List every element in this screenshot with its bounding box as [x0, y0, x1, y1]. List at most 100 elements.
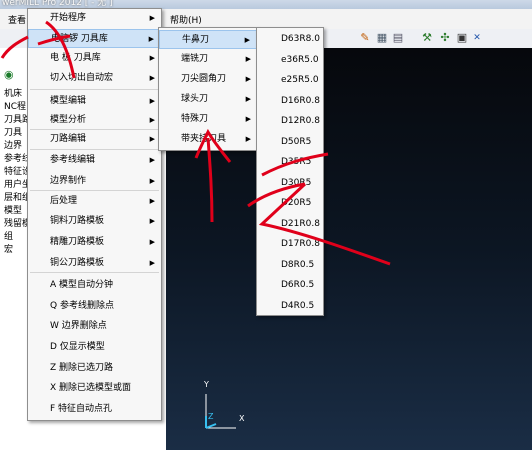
tool-size-item[interactable]: e25R5.0: [257, 71, 323, 90]
menu-item-18[interactable]: X 删除已选模型或面: [28, 379, 161, 398]
menu-item-11[interactable]: 精雕刀路模板 ▶: [28, 233, 161, 252]
tool-size-item[interactable]: D63R8.0: [257, 30, 323, 49]
tool-size-label: D21R0.8: [281, 218, 320, 229]
menu-item-5[interactable]: 模型分析 ▶: [28, 111, 161, 130]
menu-item-label: Z 删除已选刀路: [50, 363, 114, 373]
wrench-icon[interactable]: ✎: [358, 31, 372, 45]
menu-item-4[interactable]: 模型编辑 ▶: [28, 92, 161, 111]
menu-item-label: A 模型自动分钟: [50, 280, 114, 290]
tool-type-item-3[interactable]: 球头刀 ▶: [159, 90, 257, 109]
close-icon[interactable]: ✕: [470, 31, 484, 45]
tool-size-label: e36R5.0: [281, 54, 319, 65]
tree-item[interactable]: NC程: [4, 99, 26, 112]
transform-icon[interactable]: ✣: [438, 31, 452, 45]
menu-item-label: 精雕刀路模板: [50, 237, 105, 247]
menu-item-label: 刀路编辑: [50, 134, 87, 144]
menu-item-6[interactable]: 刀路编辑 ▶: [28, 130, 161, 149]
menu-item-label: 边界制作: [50, 176, 87, 186]
tool-type-item-1[interactable]: 端铣刀 ▶: [159, 50, 257, 69]
menu-item-13[interactable]: A 模型自动分钟: [28, 276, 161, 295]
menu-help[interactable]: 帮助(H): [170, 13, 202, 26]
tool-type-item-5[interactable]: 带夹持刀具 ▶: [159, 130, 257, 149]
tool-size-item[interactable]: D35R5: [257, 153, 323, 172]
menu-item-3[interactable]: 切入切出自动宏 ▶: [28, 69, 161, 88]
chevron-right-icon: ▶: [244, 36, 250, 44]
tree-item[interactable]: 机床: [4, 86, 22, 99]
menu-item-0[interactable]: 开始程序 ▶: [28, 9, 161, 28]
tool-size-label: e25R5.0: [281, 75, 319, 85]
chevron-right-icon: ▶: [245, 135, 251, 143]
tool-size-item[interactable]: D30R5: [257, 174, 323, 193]
tool-size-item[interactable]: D6R0.5: [257, 276, 323, 295]
window-title: werMILL Pro 2012 [ - 无 ]: [2, 0, 113, 8]
tool-size-item[interactable]: D16R0.8: [257, 92, 323, 111]
chevron-right-icon: ▶: [149, 14, 155, 22]
menu-item-label: Q 参考线删除点: [50, 301, 114, 311]
menu-item-label: 电 极 刀具库: [50, 53, 101, 63]
menu-separator: [30, 149, 159, 150]
tool-size-item[interactable]: D50R5: [257, 133, 323, 152]
tool-size-item[interactable]: D12R0.8: [257, 112, 323, 131]
tool-size-item[interactable]: e36R5.0: [257, 51, 323, 70]
menu-item-15[interactable]: W 边界删除点: [28, 317, 161, 336]
chevron-right-icon: ▶: [149, 97, 155, 105]
main-context-menu: 开始程序 ▶ 电脑锣 刀具库 ▶ 电 极 刀具库 ▶ 切入切出自动宏 ▶ 模型编辑 ▶ 模型分析 ▶ 刀…: [27, 8, 162, 421]
menu-item-label: 开始程序: [50, 13, 87, 23]
menu-item-2[interactable]: 电 极 刀具库 ▶: [28, 49, 161, 68]
tree-item[interactable]: 模型: [4, 203, 22, 216]
globe-icon: ◉: [4, 68, 14, 81]
menu-item-8[interactable]: 边界制作 ▶: [28, 172, 161, 191]
chevron-right-icon: ▶: [149, 74, 155, 82]
axis-z-label: Z: [208, 412, 214, 421]
menu-item-1[interactable]: 电脑锣 刀具库 ▶: [28, 29, 161, 48]
menu-item-14[interactable]: Q 参考线删除点: [28, 297, 161, 316]
tool-icon[interactable]: ⚒: [420, 31, 434, 45]
calculator-icon[interactable]: ▦: [375, 31, 389, 45]
menu-item-10[interactable]: 铜料刀路模板 ▶: [28, 212, 161, 231]
chevron-right-icon: ▶: [148, 35, 154, 43]
tool-type-item-4[interactable]: 特殊刀 ▶: [159, 110, 257, 129]
menu-item-label: W 边界删除点: [50, 321, 107, 331]
tool-type-item-2[interactable]: 刀尖圆角刀 ▶: [159, 70, 257, 89]
tree-item[interactable]: 边界: [4, 138, 22, 151]
tree-item[interactable]: 组: [4, 229, 13, 242]
tool-size-item[interactable]: D8R0.5: [257, 256, 323, 275]
tool-size-label: D16R0.8: [281, 95, 320, 106]
tool-type-submenu: 牛鼻刀 ▶ 端铣刀 ▶ 刀尖圆角刀 ▶ 球头刀 ▶ 特殊刀 ▶ 带夹持刀具 ▶: [158, 27, 258, 151]
menu-item-label: D 仅显示模型: [50, 342, 105, 352]
menu-separator: [30, 129, 159, 130]
chevron-right-icon: ▶: [149, 217, 155, 225]
chevron-right-icon: ▶: [245, 55, 251, 63]
menu-item-label: 后处理: [50, 196, 78, 206]
tool-type-label: 牛鼻刀: [182, 35, 210, 45]
chevron-right-icon: ▶: [149, 238, 155, 246]
tool-size-item[interactable]: D21R0.8: [257, 215, 323, 234]
tool-type-label: 刀尖圆角刀: [181, 74, 227, 84]
chevron-right-icon: ▶: [149, 116, 155, 124]
menu-item-7[interactable]: 参考线编辑 ▶: [28, 151, 161, 170]
menu-item-label: 模型分析: [50, 115, 87, 125]
menu-item-label: 切入切出自动宏: [50, 73, 114, 83]
menu-item-12[interactable]: 铜公刀路模板 ▶: [28, 254, 161, 273]
tree-item[interactable]: 宏: [4, 242, 13, 255]
tool-size-item[interactable]: D4R0.5: [257, 297, 323, 316]
menu-item-17[interactable]: Z 删除已选刀路: [28, 359, 161, 378]
tree-item[interactable]: 刀具: [4, 125, 22, 138]
tool-size-label: D12R0.8: [281, 116, 320, 126]
tool-size-label: D63R8.0: [281, 34, 320, 44]
tool-size-item[interactable]: D20R5: [257, 194, 323, 213]
menu-view[interactable]: 查看: [8, 13, 26, 26]
tool-size-label: D4R0.5: [281, 300, 315, 311]
panel-icon[interactable]: ▤: [391, 31, 405, 45]
tool-type-label: 球头刀: [181, 94, 209, 104]
menu-item-19[interactable]: F 特征自动点孔: [28, 400, 161, 419]
tool-size-label: D30R5: [281, 177, 312, 188]
menu-item-9[interactable]: 后处理 ▶: [28, 192, 161, 211]
menu-separator: [30, 272, 159, 273]
menu-item-label: X 删除已选模型或面: [50, 383, 132, 393]
menu-separator: [30, 89, 159, 90]
menu-item-16[interactable]: D 仅显示模型: [28, 338, 161, 357]
toggle-icon[interactable]: ▣: [455, 31, 469, 45]
tool-size-item[interactable]: D17R0.8: [257, 235, 323, 254]
tool-type-item-0[interactable]: 牛鼻刀 ▶: [159, 30, 257, 49]
